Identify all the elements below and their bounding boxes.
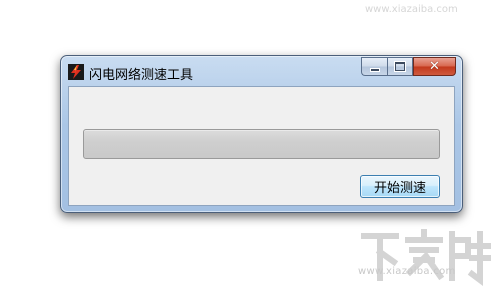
- watermark-url-top: www.xiazaiba.com: [365, 4, 458, 15]
- watermark-url: www.xiazaiba.com: [358, 266, 456, 277]
- window-title: 闪电网络测速工具: [89, 68, 194, 83]
- close-button[interactable]: ✕: [413, 57, 456, 76]
- app-window: 闪电网络测速工具 ✕ 开始测速: [60, 55, 463, 213]
- minimize-icon: [369, 67, 380, 72]
- maximize-icon: [395, 62, 405, 71]
- maximize-button[interactable]: [387, 57, 413, 76]
- client-area: 开始测速: [68, 86, 455, 206]
- speed-progress-bar: [83, 129, 440, 159]
- close-icon: ✕: [429, 59, 440, 74]
- start-test-button[interactable]: 开始测速: [360, 175, 440, 198]
- lightning-app-icon: [68, 64, 84, 80]
- minimize-button[interactable]: [361, 57, 387, 76]
- title-bar[interactable]: 闪电网络测速工具 ✕: [61, 56, 462, 86]
- watermark-logo: [361, 229, 491, 286]
- caption-buttons: ✕: [361, 57, 456, 76]
